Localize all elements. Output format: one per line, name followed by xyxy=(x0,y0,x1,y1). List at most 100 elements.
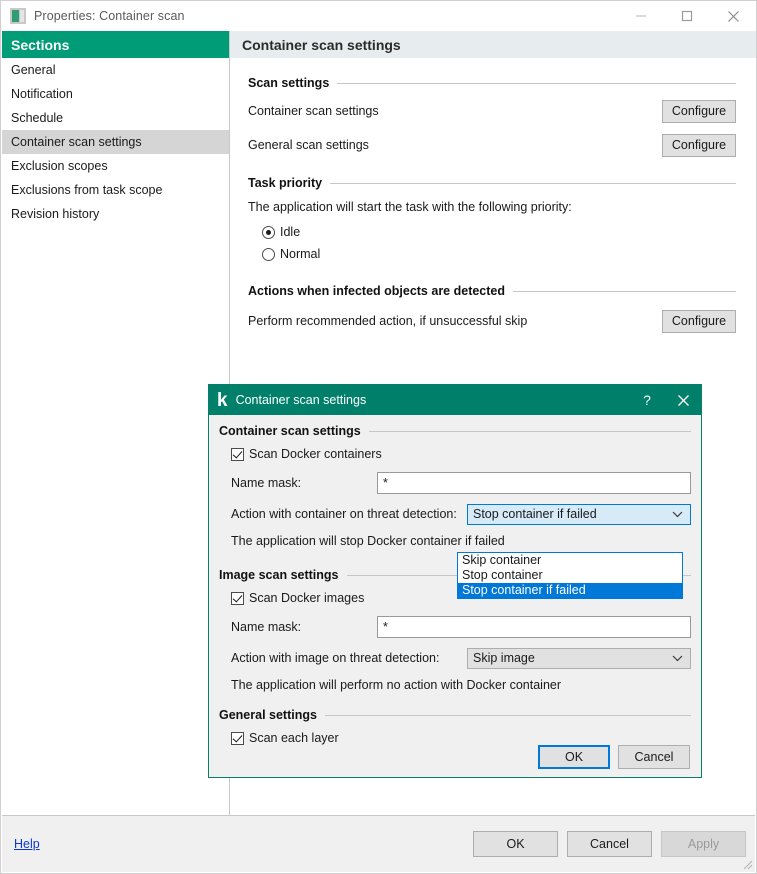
kaspersky-logo-icon: k xyxy=(217,391,228,410)
configure-container-scan-button[interactable]: Configure xyxy=(662,100,736,123)
row-perform-recommended-action: Perform recommended action, if unsuccess… xyxy=(248,304,736,338)
ok-button[interactable]: OK xyxy=(473,831,558,857)
checkbox-icon xyxy=(231,448,244,461)
radio-button-icon xyxy=(262,248,275,261)
field-container-action: Action with container on threat detectio… xyxy=(219,500,691,528)
checkbox-icon xyxy=(231,592,244,605)
image-name-mask-input[interactable]: * xyxy=(377,616,691,638)
field-label: Name mask: xyxy=(231,476,377,490)
sidebar-item-label: Notification xyxy=(11,87,73,101)
row-general-scan-settings: General scan settings Configure xyxy=(248,128,736,162)
sidebar-item-schedule[interactable]: Schedule xyxy=(2,106,229,130)
divider-line xyxy=(325,715,691,716)
sidebar-item-exclusions-from-task-scope[interactable]: Exclusions from task scope xyxy=(2,178,229,202)
dropdown-option-skip-container[interactable]: Skip container xyxy=(458,553,682,568)
sidebar-item-revision-history[interactable]: Revision history xyxy=(2,202,229,226)
dialog-controls: ? xyxy=(629,385,701,415)
group-scan-settings-header: Scan settings xyxy=(248,76,736,90)
group-title: Container scan settings xyxy=(219,424,361,438)
configure-general-scan-button[interactable]: Configure xyxy=(662,134,736,157)
content-body: Scan settings Container scan settings Co… xyxy=(230,58,756,338)
container-name-mask-input[interactable]: * xyxy=(377,472,691,494)
field-label: Action with container on threat detectio… xyxy=(231,507,467,521)
group-title: Scan settings xyxy=(248,76,329,90)
close-icon[interactable] xyxy=(710,1,756,31)
checkbox-label: Scan Docker containers xyxy=(249,447,382,461)
dialog-footer: OK Cancel xyxy=(209,737,701,777)
divider-line xyxy=(369,431,691,432)
sidebar-item-label: Container scan settings xyxy=(11,135,142,149)
minimize-icon[interactable] xyxy=(618,1,664,31)
apply-button: Apply xyxy=(661,831,746,857)
sidebar-item-label: Schedule xyxy=(11,111,63,125)
sidebar-item-general[interactable]: General xyxy=(2,58,229,82)
field-image-name-mask: Name mask: * xyxy=(219,610,691,644)
dialog-group-general-header: General settings xyxy=(219,708,691,722)
sidebar-item-container-scan-settings[interactable]: Container scan settings xyxy=(2,130,229,154)
resize-grip-icon[interactable] xyxy=(741,858,753,870)
chevron-down-icon xyxy=(672,507,683,521)
row-label: General scan settings xyxy=(248,138,369,152)
image-action-combobox[interactable]: Skip image xyxy=(467,648,691,669)
group-actions-infected-header: Actions when infected objects are detect… xyxy=(248,284,736,298)
container-action-combobox[interactable]: Stop container if failed xyxy=(467,504,691,525)
container-action-dropdown-list: Skip container Stop container Stop conta… xyxy=(457,552,683,599)
dialog-ok-button[interactable]: OK xyxy=(538,745,610,769)
dialog-group-container-header: Container scan settings xyxy=(219,424,691,438)
divider-line xyxy=(330,183,736,184)
sidebar-item-label: Revision history xyxy=(11,207,99,221)
chevron-down-icon xyxy=(672,651,683,665)
window-controls xyxy=(618,1,756,31)
maximize-icon[interactable] xyxy=(664,1,710,31)
row-label: Container scan settings xyxy=(248,104,379,118)
dropdown-option-stop-container-if-failed[interactable]: Stop container if failed xyxy=(458,583,682,598)
divider-line xyxy=(513,291,736,292)
configure-actions-button[interactable]: Configure xyxy=(662,310,736,333)
cancel-button[interactable]: Cancel xyxy=(567,831,652,857)
sections-sidebar: Sections General Notification Schedule C… xyxy=(2,31,230,817)
dialog-body: Container scan settings Scan Docker cont… xyxy=(209,415,701,750)
close-icon[interactable] xyxy=(665,385,701,415)
dialog-cancel-button[interactable]: Cancel xyxy=(618,745,690,769)
group-title: Image scan settings xyxy=(219,568,339,582)
task-priority-description: The application will start the task with… xyxy=(248,200,736,214)
dialog-titlebar: k Container scan settings ? xyxy=(209,385,701,415)
image-action-note: The application will perform no action w… xyxy=(219,672,691,698)
group-task-priority-header: Task priority xyxy=(248,176,736,190)
sidebar-item-label: Exclusions from task scope xyxy=(11,183,162,197)
radio-idle[interactable]: Idle xyxy=(248,221,736,243)
radio-button-icon xyxy=(262,226,275,239)
window-title: Properties: Container scan xyxy=(34,9,185,23)
field-image-action: Action with image on threat detection: S… xyxy=(219,644,691,672)
row-label: Perform recommended action, if unsuccess… xyxy=(248,314,527,328)
group-title: Task priority xyxy=(248,176,322,190)
divider-line xyxy=(337,83,736,84)
sidebar-item-label: General xyxy=(11,63,55,77)
sidebar-header: Sections xyxy=(2,31,229,58)
container-action-note: The application will stop Docker contain… xyxy=(219,528,691,554)
radio-label: Idle xyxy=(280,225,300,239)
row-container-scan-settings: Container scan settings Configure xyxy=(248,94,736,128)
container-scan-settings-dialog: k Container scan settings ? Container sc… xyxy=(208,384,702,778)
help-link[interactable]: Help xyxy=(14,837,40,851)
group-title: Actions when infected objects are detect… xyxy=(248,284,505,298)
page-title: Container scan settings xyxy=(230,31,756,58)
properties-window: Properties: Container scan Sections Gene… xyxy=(0,0,757,874)
app-icon xyxy=(10,8,26,24)
group-title: General settings xyxy=(219,708,317,722)
checkbox-scan-docker-containers[interactable]: Scan Docker containers xyxy=(219,442,691,466)
field-label: Action with image on threat detection: xyxy=(231,651,467,665)
field-label: Name mask: xyxy=(231,620,377,634)
help-icon[interactable]: ? xyxy=(629,385,665,415)
window-titlebar: Properties: Container scan xyxy=(1,1,756,31)
sidebar-item-label: Exclusion scopes xyxy=(11,159,108,173)
radio-normal[interactable]: Normal xyxy=(248,243,736,265)
window-footer: Help OK Cancel Apply xyxy=(2,815,755,872)
sidebar-item-notification[interactable]: Notification xyxy=(2,82,229,106)
radio-label: Normal xyxy=(280,247,320,261)
combobox-value: Skip image xyxy=(473,651,535,665)
field-container-name-mask: Name mask: * xyxy=(219,466,691,500)
dialog-title: Container scan settings xyxy=(236,393,367,407)
dropdown-option-stop-container[interactable]: Stop container xyxy=(458,568,682,583)
sidebar-item-exclusion-scopes[interactable]: Exclusion scopes xyxy=(2,154,229,178)
